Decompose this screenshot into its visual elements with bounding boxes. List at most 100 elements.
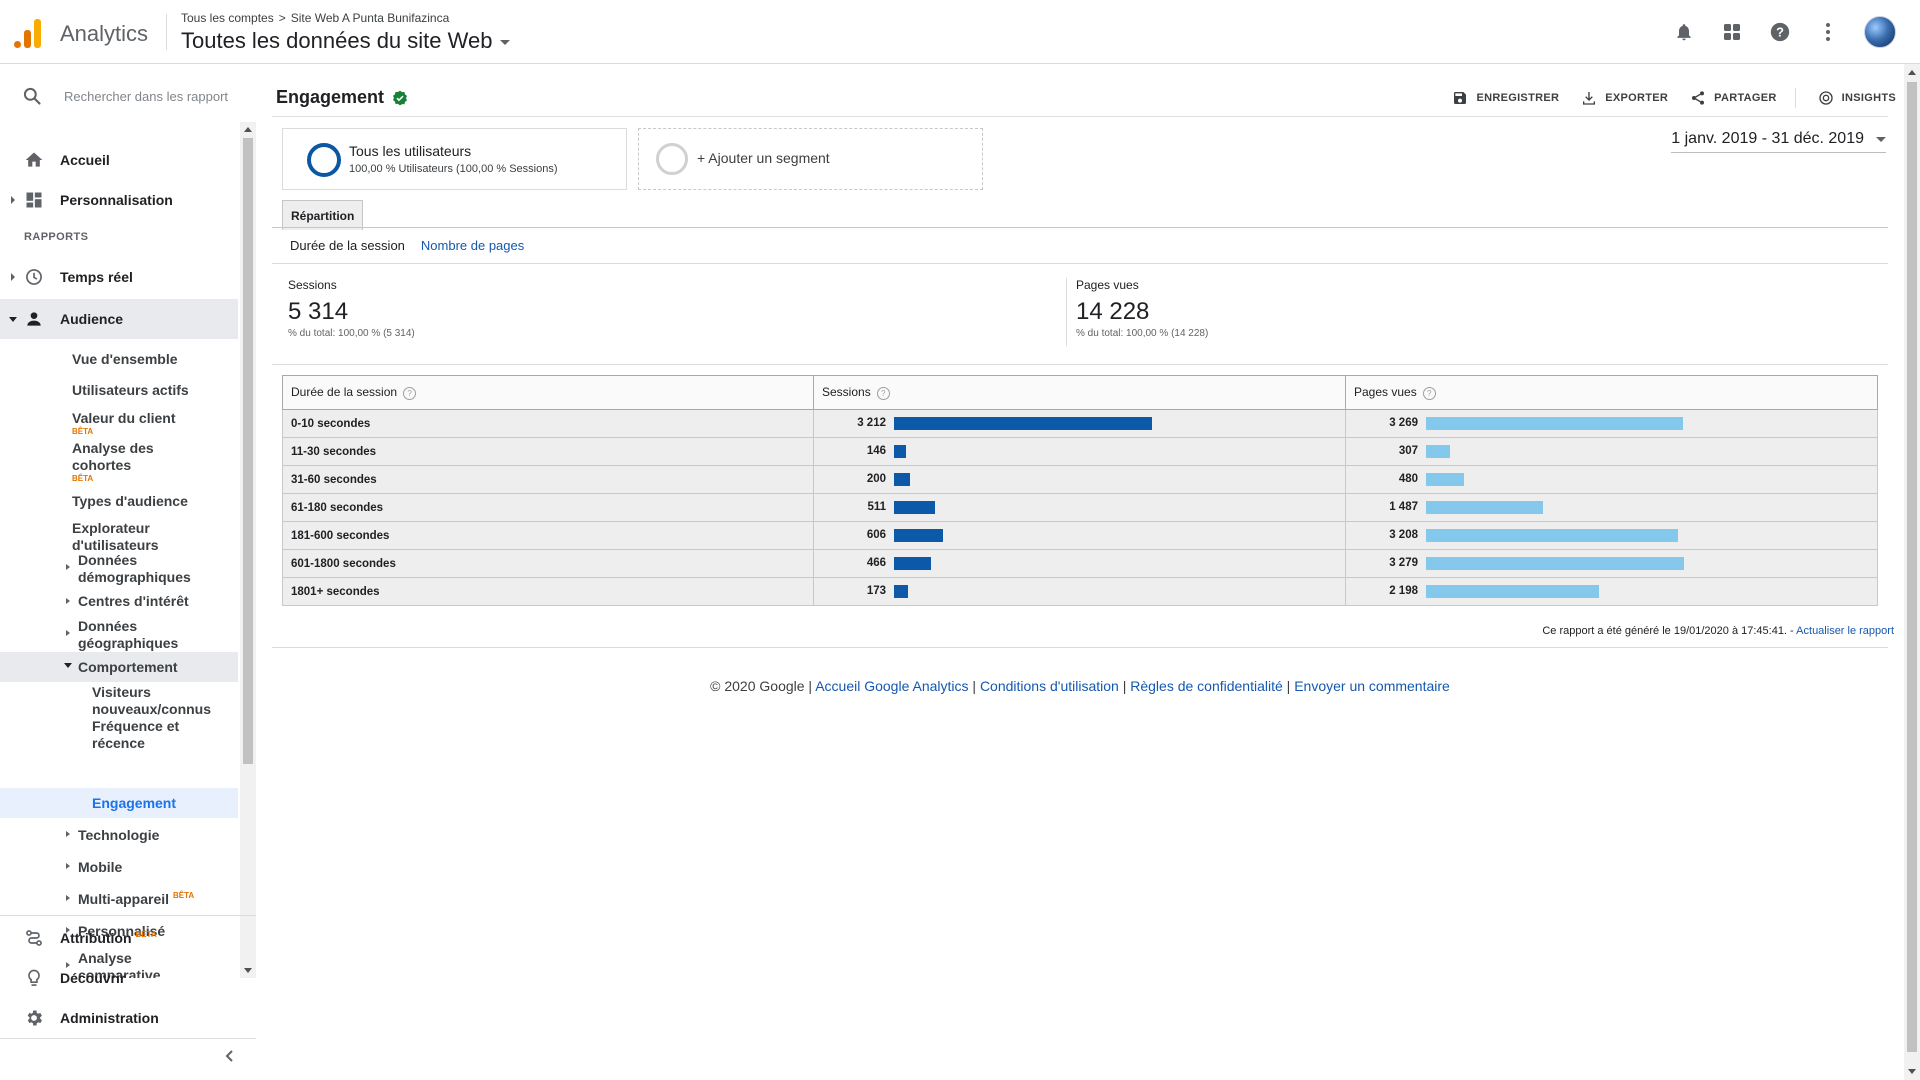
actions-divider [1794,88,1796,108]
sidebar-item-interests[interactable]: Centres d'intérêt [0,588,238,616]
add-segment-button[interactable]: + Ajouter un segment [638,128,983,190]
help-icon[interactable]: ? [1768,20,1792,44]
report-table: Durée de la session? Sessions? Pages vue… [282,375,1878,606]
help-icon[interactable]: ? [1422,386,1436,400]
metric-divider [1066,278,1067,346]
report-table-body: 0-10 secondes 3 212 3 269 11-30 secondes 146… [282,409,1878,606]
tab-repartition[interactable]: Répartition [282,200,364,230]
app-name[interactable]: Analytics [60,21,148,47]
sidebar-item-lifetime-value[interactable]: Valeur du client BÊTA [0,406,238,436]
sidebar-item-behavior[interactable]: Comportement [0,652,238,682]
analytics-app: Analytics Tous les comptes > Site Web A Pu… [0,0,1920,1080]
sidebar-item-home[interactable]: Accueil [0,142,238,178]
sidebar-item-frequency-recency[interactable]: Fréquence et récence [0,718,238,752]
search-icon [23,87,41,105]
footer-link-home[interactable]: Accueil Google Analytics [815,678,968,694]
sidebar-item-audience[interactable]: Audience [0,299,238,339]
refresh-report-link[interactable]: Actualiser le rapport [1796,625,1894,637]
column-header-sessions[interactable]: Sessions? [813,375,1346,410]
sidebar-item-geo[interactable]: Données géographiques [0,616,238,651]
analytics-logo-icon[interactable] [14,18,42,48]
header-divider [166,14,167,50]
help-icon[interactable]: ? [403,386,417,400]
row-duration-label: 31-60 secondes [282,465,814,494]
sessions-bar [894,501,935,514]
segment-all-users[interactable]: Tous les utilisateurs 100,00 % Utilisate… [282,128,627,190]
metric-sessions: Sessions 5 314 % du total: 100,00 % (5 3… [288,278,415,339]
collapse-sidebar-chevron-icon[interactable] [222,1048,238,1064]
scroll-down-arrow-icon[interactable] [1908,1069,1916,1074]
expand-arrow-icon [11,273,15,281]
footer-link-terms[interactable]: Conditions d'utilisation [980,678,1119,694]
account-avatar[interactable] [1864,16,1896,48]
row-pageviews-value: 1 487 [1389,501,1418,513]
breadcrumb[interactable]: Tous les comptes > Site Web A Punta Bunifa… [181,11,449,25]
sidebar-item-mobile[interactable]: Mobile [0,852,238,882]
more-vert-icon[interactable] [1816,20,1840,44]
sidebar-scrollbar[interactable] [240,122,256,978]
row-sessions-value: 466 [866,557,886,569]
notifications-bell-icon[interactable] [1672,20,1696,44]
subtab-page-depth[interactable]: Nombre de pages [421,238,524,253]
column-header-duration[interactable]: Durée de la session? [282,375,814,410]
subtab-bar: Durée de la session Nombre de pages [290,238,540,253]
caret-down-icon [500,39,511,45]
sidebar-item-cross-device[interactable]: Multi-appareil BÊTA [0,884,238,914]
sidebar-item-discover[interactable]: Découvrir [0,958,256,998]
search-input[interactable] [64,88,234,104]
sidebar-item-audiences[interactable]: Types d'audience [0,486,238,516]
sidebar-item-user-explorer[interactable]: Explorateur d'utilisateurs [0,516,238,553]
expand-arrow-icon [66,863,70,869]
section-label-reports: RAPPORTS [24,231,89,243]
sidebar-item-new-vs-returning[interactable]: Visiteurs nouveaux/connus [0,684,238,718]
footer-link-privacy[interactable]: Règles de confidentialité [1130,678,1283,694]
sessions-bar [894,557,931,570]
breadcrumb-account[interactable]: Tous les comptes [181,11,274,25]
row-sessions-value: 606 [866,529,886,541]
sidebar-item-technology[interactable]: Technologie [0,820,238,850]
sidebar-item-cohort-analysis[interactable]: Analyse des cohortes BÊTA [0,436,238,484]
sidebar-item-admin[interactable]: Administration [0,998,256,1038]
share-button[interactable]: PARTAGER [1690,90,1777,106]
insights-button[interactable]: INSIGHTS [1818,90,1896,106]
sidebar-item-engagement[interactable]: Engagement [0,788,238,818]
sidebar-item-active-users[interactable]: Utilisateurs actifs [0,376,238,406]
view-selector[interactable]: Toutes les données du site Web [181,28,511,54]
export-button[interactable]: EXPORTER [1581,90,1668,106]
person-icon [27,312,41,326]
table-bottom-divider [272,647,1888,648]
pageviews-bar [1426,585,1599,598]
sidebar-item-attribution[interactable]: Attribution BÊTA [0,918,256,958]
date-range-picker[interactable]: 1 janv. 2019 - 31 déc. 2019 [1671,130,1886,153]
sidebar-item-overview[interactable]: Vue d'ensemble [0,342,238,376]
sidebar-item-customization[interactable]: Personnalisation [0,182,238,218]
sidebar-item-realtime[interactable]: Temps réel [0,259,238,295]
expand-arrow-icon [66,831,70,837]
scrollbar-thumb[interactable] [1907,82,1917,1052]
row-sessions-value: 173 [866,585,886,597]
row-sessions-cell: 466 [813,549,1346,578]
row-sessions-value: 511 [867,501,886,513]
save-button[interactable]: ENREGISTRER [1452,90,1559,106]
sidebar-item-label: Personnalisation [60,192,173,208]
apps-grid-icon[interactable] [1720,20,1744,44]
row-sessions-value: 146 [866,445,886,457]
scrollbar-thumb[interactable] [243,138,253,764]
row-duration-label: 61-180 secondes [282,493,814,522]
sidebar-item-demographics[interactable]: Données démographiques [0,552,238,586]
collapse-arrow-icon [64,663,72,668]
row-sessions-cell: 3 212 [813,409,1346,438]
row-sessions-cell: 173 [813,577,1346,606]
help-icon[interactable]: ? [876,386,890,400]
page-scrollbar[interactable] [1904,64,1920,1080]
sidebar-item-label: Audience [60,311,124,327]
footer-link-feedback[interactable]: Envoyer un commentaire [1294,678,1450,694]
breadcrumb-property[interactable]: Site Web A Punta Bunifazinca [291,11,450,25]
title-divider [272,116,1888,117]
scroll-up-arrow-icon[interactable] [1908,70,1916,75]
column-header-pageviews[interactable]: Pages vues? [1345,375,1878,410]
subtab-session-duration[interactable]: Durée de la session [290,238,405,253]
scroll-up-arrow-icon[interactable] [244,127,252,132]
expand-arrow-icon [66,564,70,570]
segment-ring-icon [307,143,341,177]
